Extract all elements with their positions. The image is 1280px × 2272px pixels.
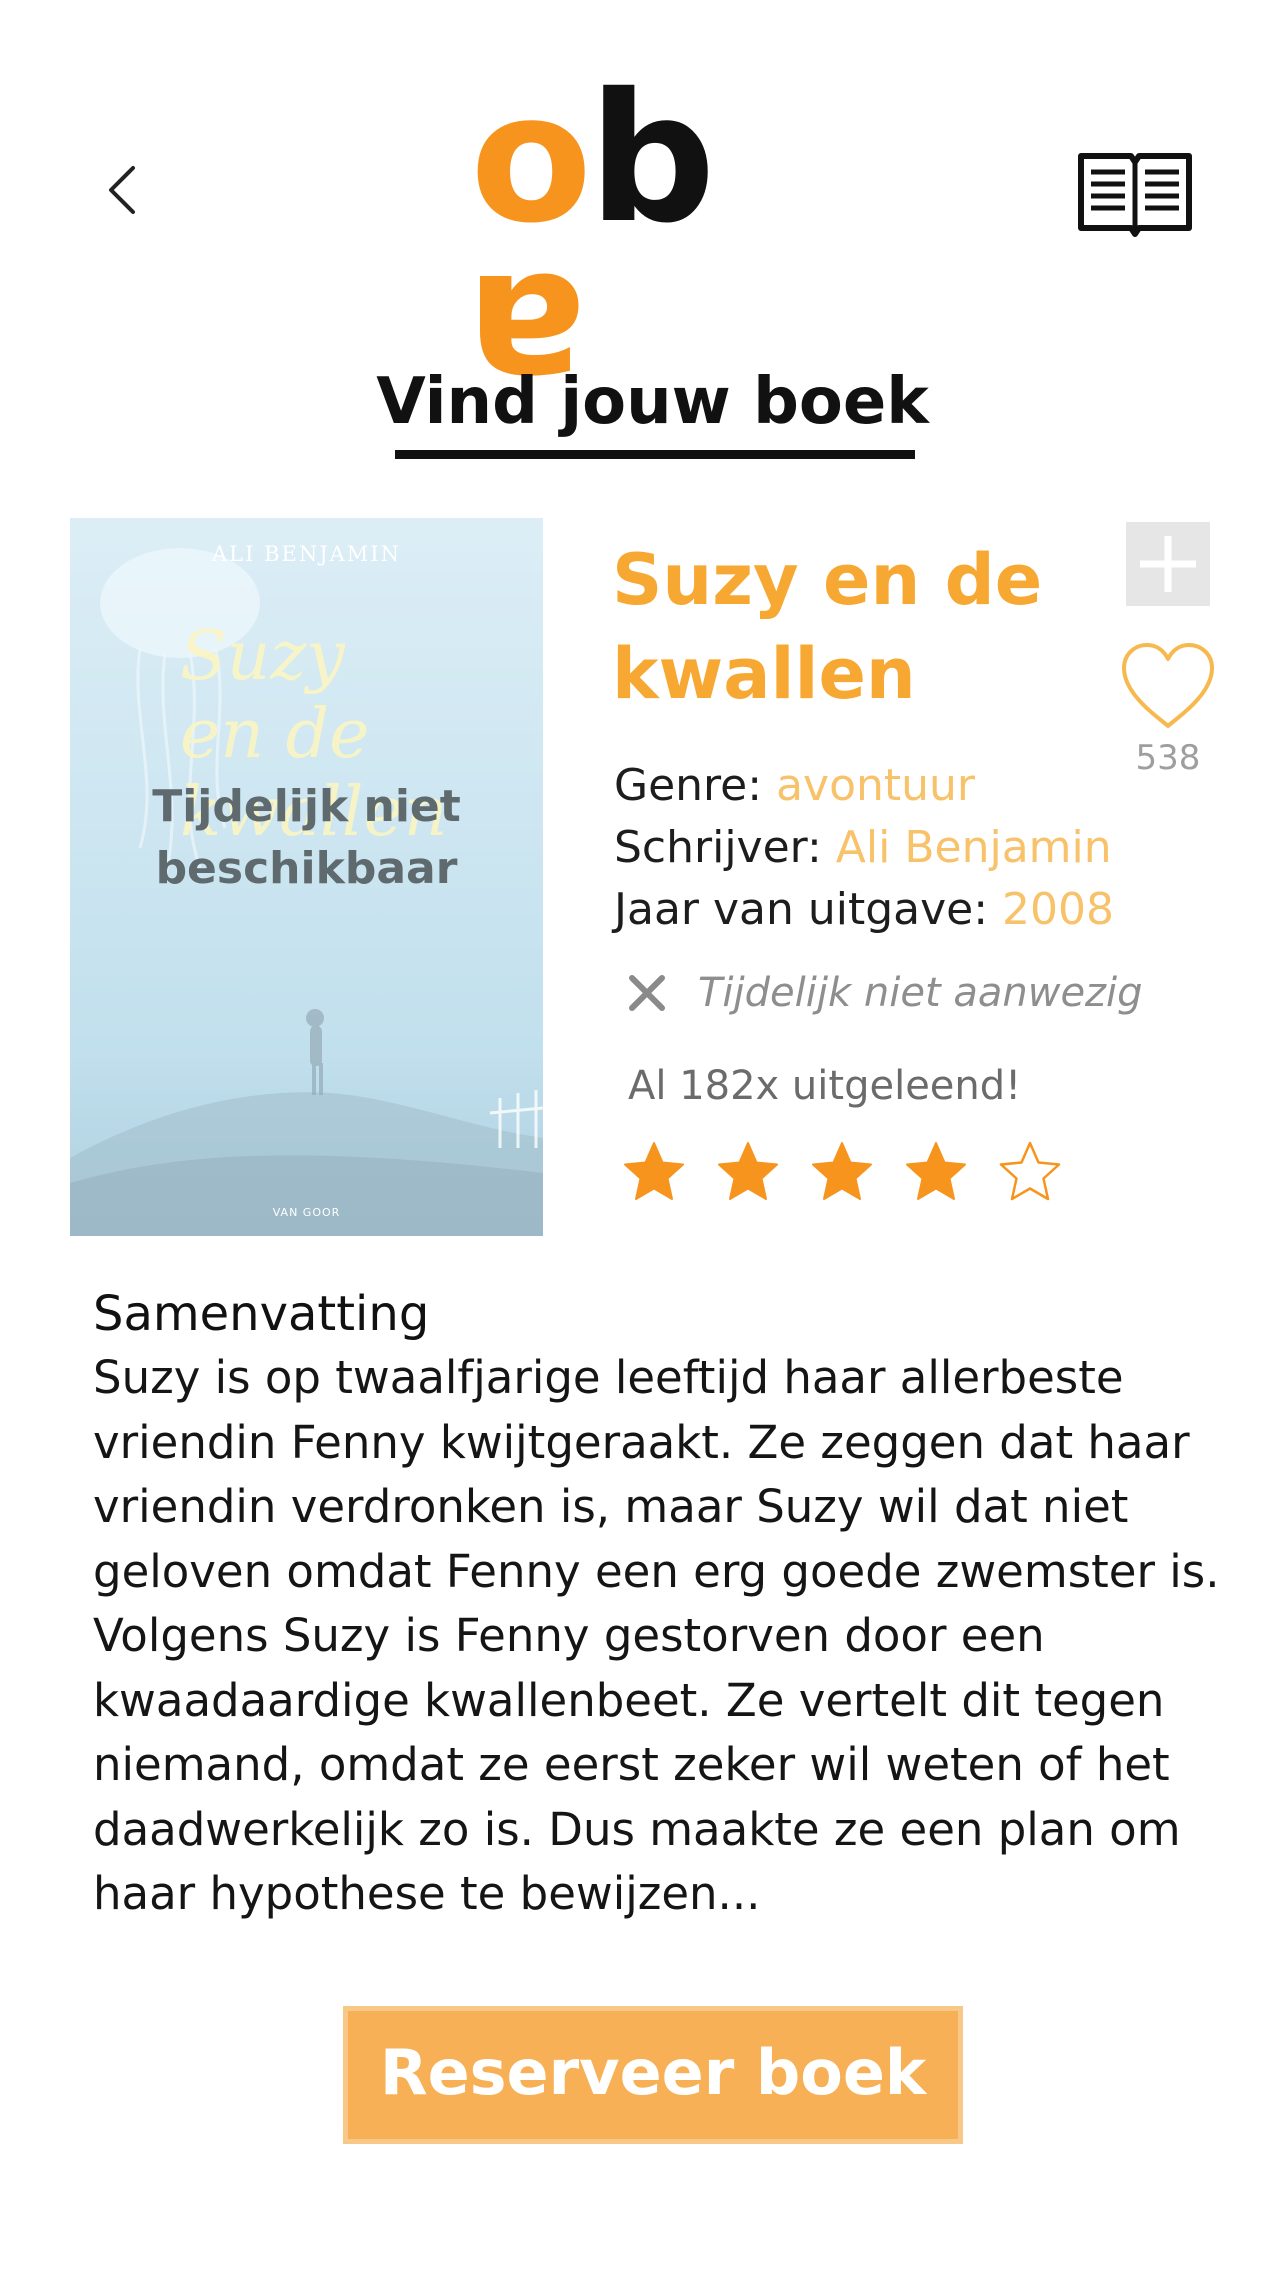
- back-button[interactable]: [95, 150, 155, 230]
- writer-value[interactable]: Ali Benjamin: [836, 822, 1112, 873]
- page-title: Vind jouw boek: [376, 365, 929, 439]
- logo-letter-o: o: [470, 55, 592, 262]
- year-value: 2008: [1002, 884, 1115, 935]
- summary-text: Suzy is op twaalfjarige leeftijd haar al…: [93, 1351, 1220, 1920]
- book-title: Suzy en de kwallen: [612, 539, 1043, 715]
- chevron-left-icon: [109, 166, 135, 214]
- book-cover[interactable]: ALI BENJAMIN Suzy en de kwallen Tijdelij…: [70, 518, 543, 1236]
- genre-row: Genre: avontuur: [614, 760, 975, 811]
- logo-letter-b: b: [588, 55, 715, 262]
- add-to-list-button[interactable]: [1126, 522, 1210, 606]
- loan-count: Al 182x uitgeleend!: [628, 1063, 1022, 1109]
- year-row: Jaar van uitgave: 2008: [614, 884, 1114, 935]
- catalog-button[interactable]: [1075, 140, 1195, 240]
- reserve-button[interactable]: Reserveer boek: [343, 2006, 963, 2144]
- like-button[interactable]: [1118, 640, 1218, 732]
- cover-publisher: VAN GOOR: [272, 1206, 341, 1219]
- like-count: 538: [1135, 738, 1201, 778]
- writer-label: Schrijver:: [614, 822, 822, 873]
- availability-status: Tijdelijk niet aanwezig: [698, 970, 1143, 1016]
- star-filled-icon[interactable]: [904, 1140, 968, 1204]
- close-icon: [629, 975, 665, 1011]
- star-filled-icon[interactable]: [716, 1140, 780, 1204]
- year-label: Jaar van uitgave:: [614, 884, 989, 935]
- title-underline: [395, 450, 915, 459]
- oba-logo: oba: [470, 70, 820, 442]
- summary-heading: Samenvatting: [93, 1286, 430, 1342]
- genre-value[interactable]: avontuur: [776, 760, 975, 811]
- cover-status-overlay: Tijdelijk niet beschikbaar: [152, 781, 461, 894]
- star-filled-icon[interactable]: [810, 1140, 874, 1204]
- plus-icon: [1140, 536, 1196, 592]
- star-empty-icon[interactable]: [998, 1140, 1062, 1204]
- open-book-icon: [1078, 153, 1192, 237]
- star-filled-icon[interactable]: [622, 1140, 686, 1204]
- rating-stars[interactable]: [622, 1140, 1072, 1210]
- genre-label: Genre:: [614, 760, 763, 811]
- heart-icon: [1122, 643, 1214, 728]
- writer-row: Schrijver: Ali Benjamin: [614, 822, 1112, 873]
